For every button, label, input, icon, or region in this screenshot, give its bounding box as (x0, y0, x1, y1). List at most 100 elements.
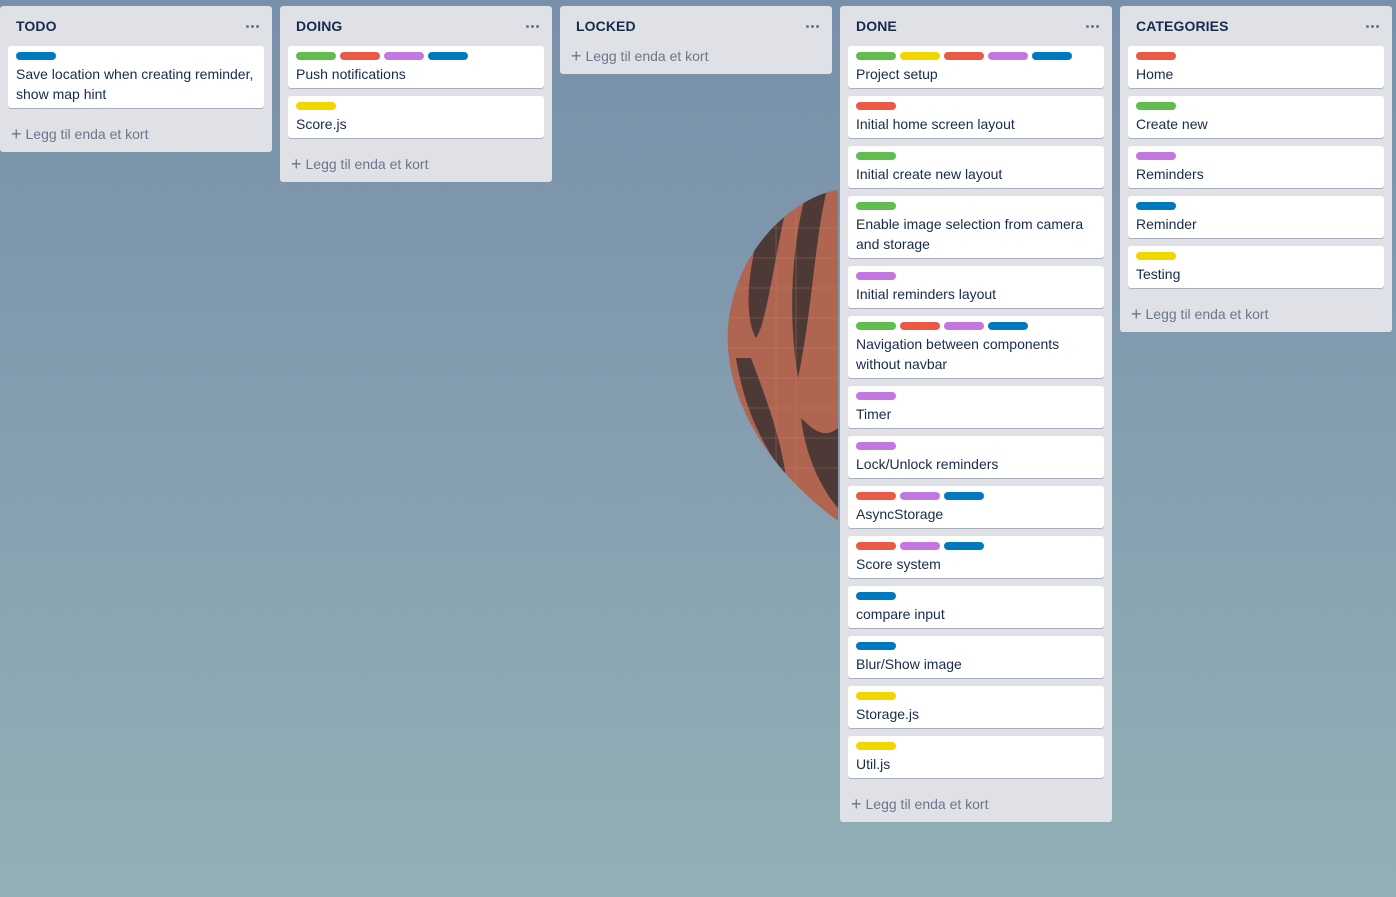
label-green[interactable] (856, 152, 896, 160)
list-title[interactable]: DONE (856, 18, 897, 34)
add-card-button[interactable]: + Legg til enda et kort (1120, 296, 1392, 332)
card[interactable]: Reminder (1128, 196, 1384, 238)
card[interactable]: Score system (848, 536, 1104, 578)
ellipsis-icon[interactable] (800, 16, 824, 36)
ellipsis-dot (1370, 24, 1374, 28)
card[interactable]: compare input (848, 586, 1104, 628)
plus-icon: + (851, 794, 862, 814)
card-labels (856, 742, 1096, 750)
list-categories: CATEGORIES Home Create new Reminders Reminde… (1120, 6, 1392, 332)
card-labels (856, 392, 1096, 400)
card[interactable]: Testing (1128, 246, 1384, 288)
card[interactable]: Timer (848, 386, 1104, 428)
add-card-label: Legg til enda et kort (25, 126, 149, 142)
label-green[interactable] (856, 322, 896, 330)
label-yellow[interactable] (900, 52, 940, 60)
ellipsis-dot (1375, 24, 1379, 28)
label-green[interactable] (1136, 102, 1176, 110)
label-blue[interactable] (1032, 52, 1072, 60)
label-yellow[interactable] (1136, 252, 1176, 260)
ellipsis-icon[interactable] (1080, 16, 1104, 36)
label-purple[interactable] (856, 272, 896, 280)
list-title[interactable]: DOING (296, 18, 342, 34)
card[interactable]: Score.js (288, 96, 544, 138)
label-purple[interactable] (944, 322, 984, 330)
label-green[interactable] (856, 202, 896, 210)
label-purple[interactable] (900, 492, 940, 500)
card-title: Reminders (1136, 166, 1204, 182)
ellipsis-icon[interactable] (240, 16, 264, 36)
ellipsis-dot (1090, 24, 1094, 28)
label-yellow[interactable] (856, 742, 896, 750)
card[interactable]: Initial home screen layout (848, 96, 1104, 138)
card-labels (16, 52, 256, 60)
label-red[interactable] (900, 322, 940, 330)
card[interactable]: Home (1128, 46, 1384, 88)
card[interactable]: Blur/Show image (848, 636, 1104, 678)
label-yellow[interactable] (856, 692, 896, 700)
label-red[interactable] (944, 52, 984, 60)
card[interactable]: Lock/Unlock reminders (848, 436, 1104, 478)
label-red[interactable] (856, 542, 896, 550)
add-card-button[interactable]: + Legg til enda et kort (0, 116, 272, 152)
card-title: Util.js (856, 756, 891, 772)
card[interactable]: Navigation between components without na… (848, 316, 1104, 378)
label-purple[interactable] (384, 52, 424, 60)
card[interactable]: Initial create new layout (848, 146, 1104, 188)
card-title: Enable image selection from camera and s… (856, 216, 1084, 252)
card[interactable]: AsyncStorage (848, 486, 1104, 528)
card[interactable]: Save location when creating reminder, sh… (8, 46, 264, 108)
card[interactable]: Enable image selection from camera and s… (848, 196, 1104, 258)
ellipsis-icon[interactable] (520, 16, 544, 36)
card-labels (1136, 152, 1376, 160)
label-blue[interactable] (16, 52, 56, 60)
label-blue[interactable] (856, 642, 896, 650)
label-purple[interactable] (856, 392, 896, 400)
ellipsis-dot (810, 24, 814, 28)
label-blue[interactable] (856, 592, 896, 600)
list-header: DONE (840, 6, 1112, 46)
card-labels (296, 52, 536, 60)
card[interactable]: Create new (1128, 96, 1384, 138)
card-title: Storage.js (856, 706, 920, 722)
card[interactable]: Storage.js (848, 686, 1104, 728)
card[interactable]: Util.js (848, 736, 1104, 778)
card-labels (856, 542, 1096, 550)
label-blue[interactable] (1136, 202, 1176, 210)
list-title[interactable]: LOCKED (576, 18, 636, 34)
label-purple[interactable] (1136, 152, 1176, 160)
card-title: AsyncStorage (856, 506, 944, 522)
label-purple[interactable] (900, 542, 940, 550)
label-green[interactable] (296, 52, 336, 60)
label-yellow[interactable] (296, 102, 336, 110)
label-blue[interactable] (988, 322, 1028, 330)
label-blue[interactable] (944, 542, 984, 550)
label-red[interactable] (856, 102, 896, 110)
add-card-button[interactable]: + Legg til enda et kort (280, 146, 552, 182)
add-card-label: Legg til enda et kort (1145, 306, 1269, 322)
card-labels (1136, 102, 1376, 110)
label-red[interactable] (340, 52, 380, 60)
plus-icon: + (11, 124, 22, 144)
ellipsis-dot (255, 24, 259, 28)
card[interactable]: Project setup (848, 46, 1104, 88)
add-card-button[interactable]: + Legg til enda et kort (560, 38, 832, 74)
label-green[interactable] (856, 52, 896, 60)
label-red[interactable] (856, 492, 896, 500)
label-blue[interactable] (944, 492, 984, 500)
card-labels (296, 102, 536, 110)
plus-icon: + (291, 154, 302, 174)
card-labels (856, 642, 1096, 650)
ellipsis-icon[interactable] (1360, 16, 1384, 36)
list-title[interactable]: TODO (16, 18, 57, 34)
card[interactable]: Reminders (1128, 146, 1384, 188)
card[interactable]: Push notifications (288, 46, 544, 88)
list-title[interactable]: CATEGORIES (1136, 18, 1229, 34)
label-blue[interactable] (428, 52, 468, 60)
card[interactable]: Initial reminders layout (848, 266, 1104, 308)
add-card-button[interactable]: + Legg til enda et kort (840, 786, 1112, 822)
label-purple[interactable] (988, 52, 1028, 60)
label-purple[interactable] (856, 442, 896, 450)
ellipsis-dot (245, 24, 249, 28)
label-red[interactable] (1136, 52, 1176, 60)
